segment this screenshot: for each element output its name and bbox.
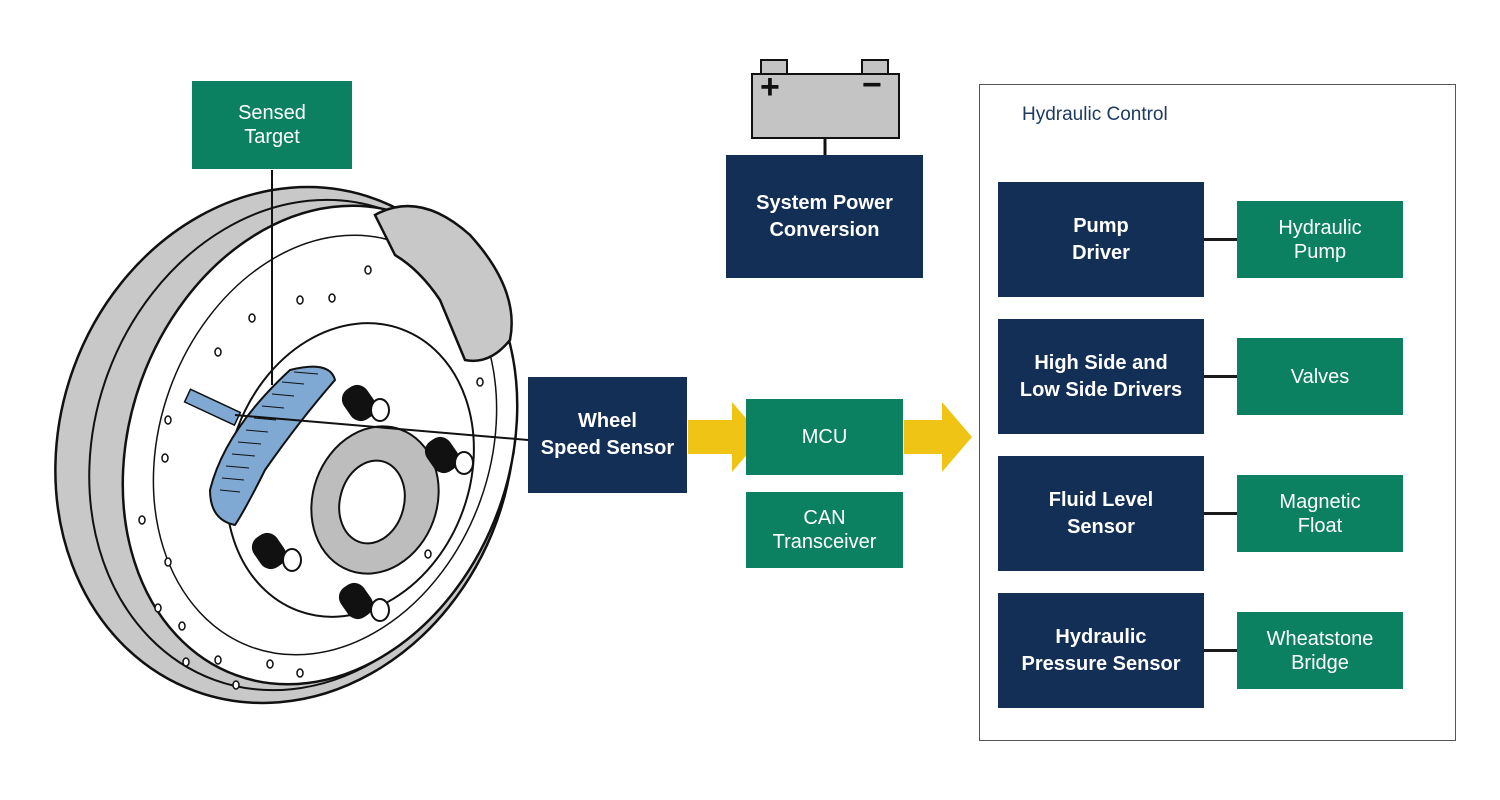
high-low-side-drivers-box: High Side and Low Side Drivers (998, 319, 1204, 434)
connector-wheatstone-bridge (1204, 649, 1237, 652)
battery-positive-symbol: + (760, 68, 780, 106)
wheatstone-bridge-box: Wheatstone Bridge (1237, 612, 1403, 689)
wheel-speed-sensor-box: Wheel Speed Sensor (528, 377, 687, 493)
pump-driver-box: Pump Driver (998, 182, 1204, 297)
system-power-conversion-box: System Power Conversion (726, 155, 923, 278)
magnetic-float-box: Magnetic Float (1237, 475, 1403, 552)
connector-pump (1204, 238, 1237, 241)
valves-box: Valves (1237, 338, 1403, 415)
sensed-target-box: Sensed Target (192, 81, 352, 169)
connector-magnetic-float (1204, 512, 1237, 515)
hydraulic-pressure-sensor-box: Hydraulic Pressure Sensor (998, 593, 1204, 708)
hydraulic-control-title: Hydraulic Control (1022, 104, 1168, 125)
arrow-mcu-to-hydraulic (904, 402, 972, 472)
can-transceiver-box: CAN Transceiver (746, 492, 903, 568)
mcu-box: MCU (746, 399, 903, 475)
fluid-level-sensor-box: Fluid Level Sensor (998, 456, 1204, 571)
hydraulic-pump-box: Hydraulic Pump (1237, 201, 1403, 278)
connector-valves (1204, 375, 1237, 378)
battery-negative-symbol: − (862, 66, 882, 104)
